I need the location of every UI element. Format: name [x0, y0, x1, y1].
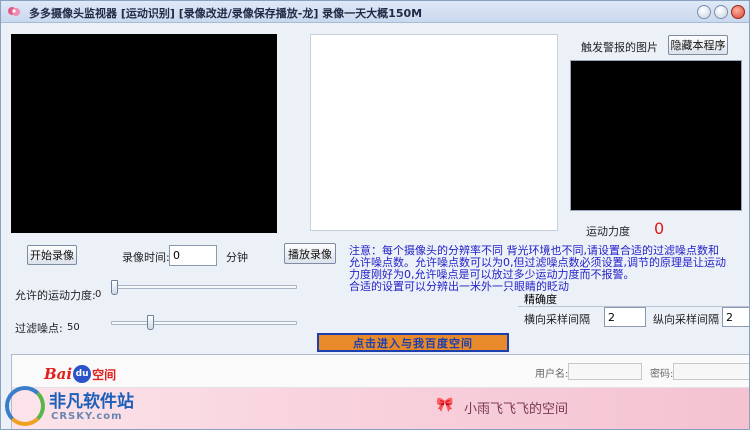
noise-filter-label: 过滤噪点: — [15, 322, 63, 335]
maximize-button[interactable] — [714, 5, 728, 19]
password-input[interactable] — [673, 363, 749, 380]
watermark-subtitle: CRSKY.com — [51, 411, 123, 422]
allowed-motion-track[interactable] — [111, 285, 297, 289]
motion-preview — [310, 34, 558, 231]
window-title: 多多摄像头监视器 [运动识别] [录像改进/录像保存播放-龙] 录像一天大概15… — [29, 7, 423, 20]
start-recording-button[interactable]: 开始录像 — [27, 245, 77, 265]
username-input[interactable] — [568, 363, 642, 380]
horizontal-interval-input[interactable] — [604, 307, 646, 327]
allowed-motion-label: 允许的运动力度: — [15, 289, 96, 302]
record-time-input[interactable] — [169, 245, 217, 266]
precision-group: 精确度 横向采样间隔 纵向采样间隔 — [518, 291, 749, 337]
allowed-motion-slider-thumb[interactable] — [111, 280, 118, 295]
hide-program-button[interactable]: 隐藏本程序 — [668, 35, 728, 55]
app-icon — [8, 7, 20, 16]
space-title[interactable]: 小雨飞飞飞的空间 — [464, 398, 568, 417]
bow-icon: 🎀 — [436, 397, 454, 413]
allowed-motion-value: 0 — [95, 289, 102, 300]
camera-preview — [11, 34, 277, 233]
watermark-logo-icon — [5, 386, 45, 426]
motion-strength-value: 0 — [654, 219, 665, 238]
record-time-label: 录像时间: — [122, 251, 170, 264]
baidu-logo[interactable]: Bai du 空间 — [44, 364, 116, 384]
watermark: 非凡软件站 CRSKY.com — [3, 383, 143, 429]
horizontal-interval-label: 横向采样间隔 — [524, 313, 590, 326]
baidu-space-link[interactable]: 点击进入与我百度空间 — [317, 333, 509, 352]
noise-filter-slider-thumb[interactable] — [146, 315, 154, 330]
usage-note: 注意：每个摄像头的分辨率不同 背光环境也不同,请设置合适的过滤噪点数和 允许噪点… — [349, 245, 749, 293]
record-time-unit: 分钟 — [226, 251, 248, 264]
title-bar[interactable]: 多多摄像头监视器 [运动识别] [录像改进/录像保存播放-龙] 录像一天大概15… — [1, 1, 749, 23]
noise-filter-track[interactable] — [111, 321, 297, 325]
close-button[interactable] — [731, 5, 745, 19]
logo-bai: Bai — [44, 365, 73, 383]
logo-kongjian: 空间 — [92, 367, 117, 382]
watermark-title: 非凡软件站 — [49, 392, 134, 412]
paw-icon: du — [73, 365, 92, 383]
precision-title: 精确度 — [524, 293, 557, 306]
alarm-image-label: 触发警报的图片 — [581, 41, 658, 54]
minimize-button[interactable] — [697, 5, 711, 19]
password-label: 密码: — [650, 369, 674, 380]
noise-filter-value: 50 — [67, 322, 80, 333]
username-label: 用户名: — [535, 369, 569, 380]
vertical-interval-input[interactable] — [722, 307, 749, 327]
vertical-interval-label: 纵向采样间隔 — [653, 313, 719, 326]
play-recording-button[interactable]: 播放录像 — [284, 243, 336, 264]
main-window: 多多摄像头监视器 [运动识别] [录像改进/录像保存播放-龙] 录像一天大概15… — [0, 0, 750, 430]
alarm-image — [570, 60, 742, 211]
motion-strength-label: 运动力度 — [586, 225, 630, 238]
